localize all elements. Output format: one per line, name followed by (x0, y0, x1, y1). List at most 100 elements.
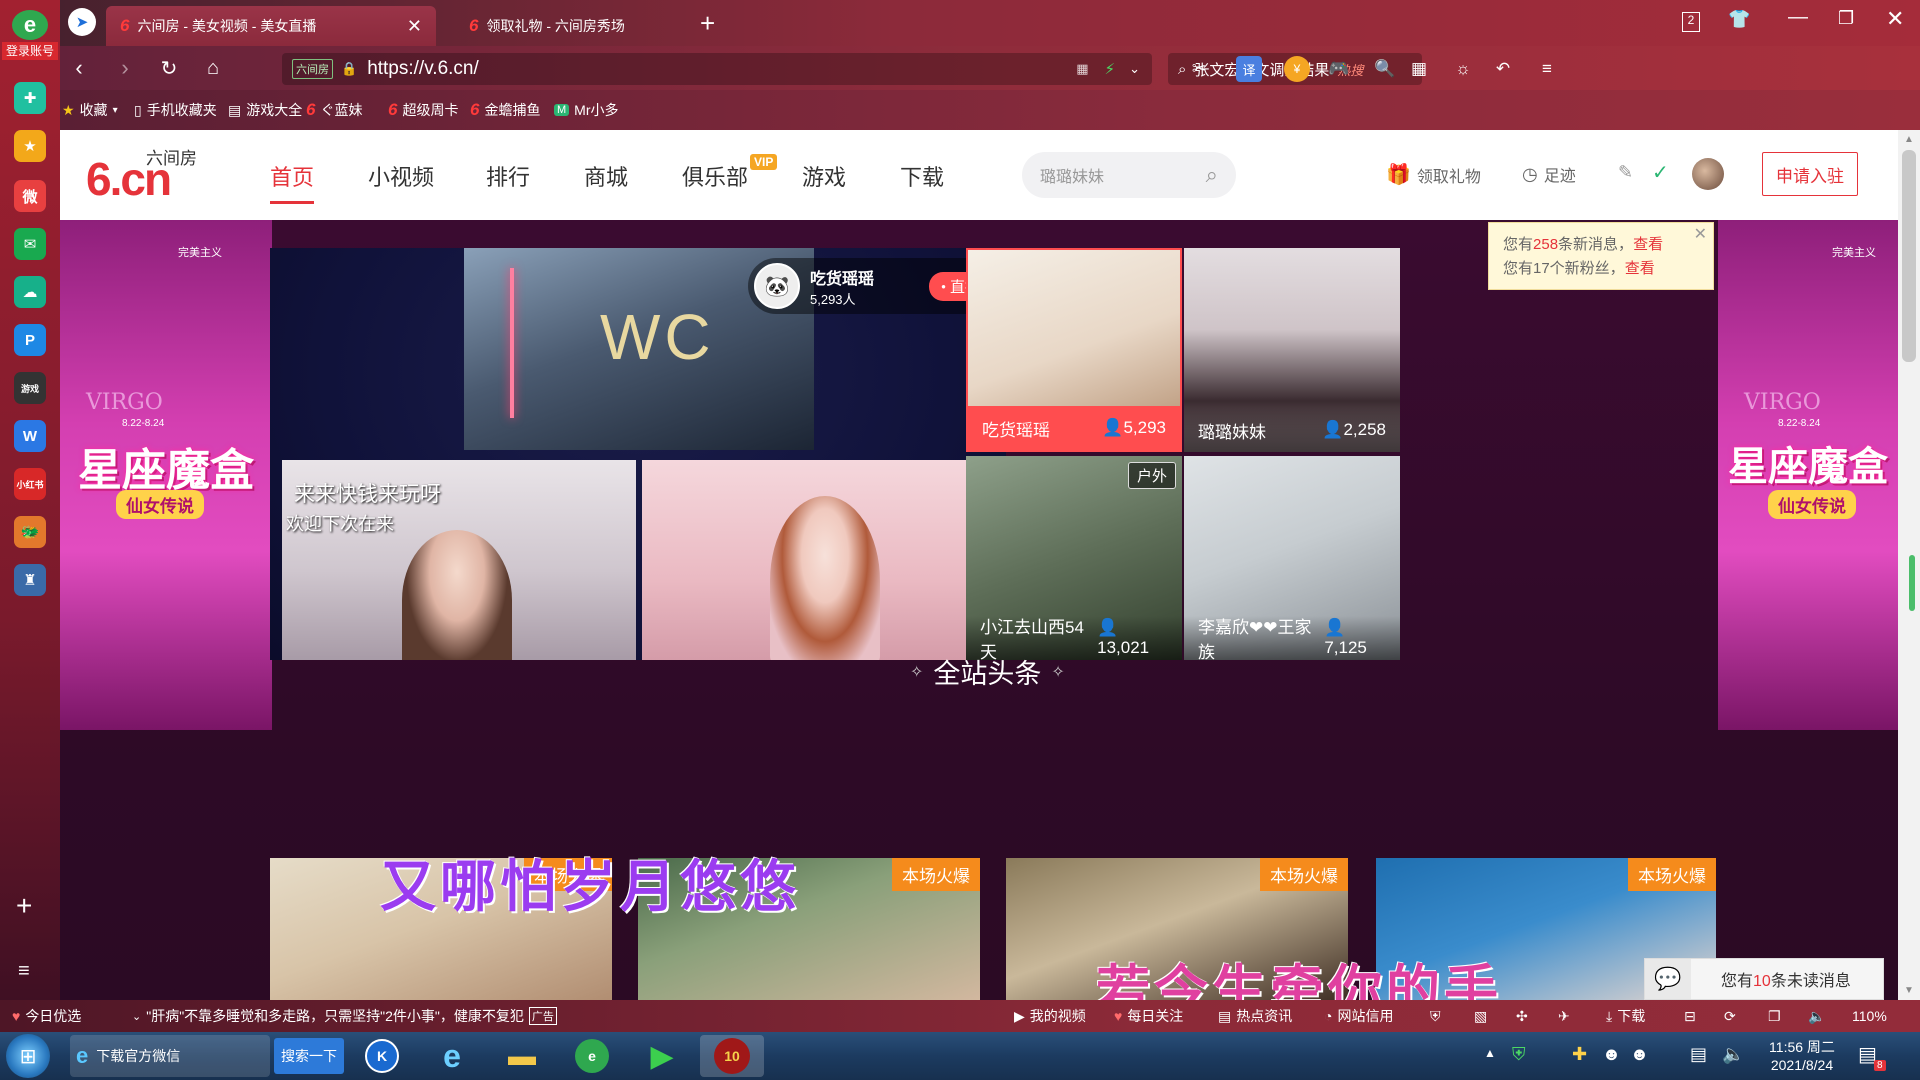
weibo-icon[interactable]: 微 (14, 180, 46, 212)
today-pick[interactable]: ♥ 今日优选 (12, 1000, 81, 1032)
nav-home[interactable]: 首页 (270, 160, 315, 204)
tray-app-icon[interactable]: ✚ (1572, 1044, 1587, 1065)
scroll-thumb[interactable] (1902, 150, 1916, 362)
taskbar-game-icon[interactable]: 10 (700, 1035, 764, 1077)
view-messages-link[interactable]: 查看 (1633, 236, 1663, 253)
image-icon[interactable]: ▧ (1474, 1000, 1487, 1032)
volume-icon[interactable]: 🔈 (1808, 1000, 1825, 1032)
translate-icon[interactable]: ✚ (14, 82, 46, 114)
close-window-icon[interactable]: ✕ (1886, 6, 1904, 32)
add-icon[interactable]: + (16, 890, 32, 922)
gamepad-icon[interactable]: 🎮 (1326, 56, 1352, 82)
check-icon[interactable]: ✓ (1652, 160, 1669, 185)
browser-logo-icon[interactable]: e (12, 10, 48, 40)
zoom-level[interactable]: 110% (1852, 1000, 1887, 1032)
clock[interactable]: 11:56 周二 2021/8/24 (1758, 1038, 1846, 1074)
dropdown-icon[interactable]: ⌄ (1129, 61, 1140, 77)
cohost-video-right[interactable] (642, 460, 996, 660)
lightning-icon[interactable]: ⚡ (1105, 60, 1116, 78)
speedup-icon[interactable]: ✈ (1558, 1000, 1570, 1032)
lock-icon[interactable]: ⊟ (1684, 1000, 1696, 1032)
featured-stream[interactable]: WC 🐼 吃货瑶瑶 5,293人 ● 直播 来来快钱来玩呀 欢迎下次在来 (270, 248, 1006, 660)
window-icon[interactable]: ❐ (1768, 1000, 1781, 1032)
taskbar-search[interactable]: 搜索一下 (274, 1038, 344, 1074)
taskbar-k-icon[interactable]: K (350, 1035, 414, 1077)
avatar[interactable] (1692, 158, 1724, 190)
maximize-icon[interactable]: ❐ (1838, 8, 1854, 29)
bookmark-favorites[interactable]: ★ 收藏 ▾ (62, 90, 118, 130)
edit-icon[interactable]: ✎ (1618, 162, 1633, 183)
scissors-icon[interactable]: ✂ (1186, 56, 1212, 82)
nav-club[interactable]: 俱乐部 (682, 160, 748, 192)
search-icon[interactable]: ⌕ (1206, 162, 1218, 188)
undo-icon[interactable]: ↶ (1490, 56, 1516, 82)
url-field[interactable]: 六间房 🔒 https://v.6.cn/ ▦ ⚡ ⌄ (282, 53, 1152, 85)
tray-shield-icon[interactable]: ⛨ (1512, 1044, 1526, 1065)
left-ad-banner[interactable]: 完美主义 VIRGO 8.22-8.24 星座魔盒 仙女传说 (60, 220, 272, 730)
stream-card-2[interactable]: 璐璐妹妹 👤2,258 (1184, 248, 1400, 452)
my-video-link[interactable]: ▶ 我的视频 (1014, 1000, 1086, 1032)
nav-mall[interactable]: 商城 (584, 160, 628, 192)
bookmark-mrxiaoduo[interactable]: M Mr小多 (554, 90, 619, 130)
tray-qq2-icon[interactable]: ☻ (1630, 1044, 1649, 1065)
news-ticker[interactable]: ⌄ "肝病"不靠多睡觉和多走路，只需坚持"2件小事"，健康不复犯 广告 (132, 1000, 557, 1032)
game-news-icon[interactable]: 游戏 (14, 372, 46, 404)
scroll-up-icon[interactable]: ▲ (1904, 134, 1914, 145)
red-app-icon[interactable]: 小红书 (14, 468, 46, 500)
stream-card-3[interactable]: 户外 小江去山西54天 👤13,021 (966, 456, 1182, 660)
tab-counter[interactable]: 2 (1682, 12, 1700, 32)
footprint-link[interactable]: ◷ 足迹 (1522, 162, 1576, 186)
brightness-icon[interactable]: ☼ (1450, 56, 1476, 82)
scroll-down-icon[interactable]: ▼ (1904, 985, 1914, 996)
translate-tool-icon[interactable]: 译 (1236, 56, 1262, 82)
nav-games[interactable]: 游戏 (802, 160, 846, 192)
nav-download[interactable]: 下载 (900, 160, 944, 192)
taskbar-folder-icon[interactable]: ▬ (490, 1035, 554, 1077)
anchor-info[interactable]: 🐼 吃货瑶瑶 5,293人 ● 直播 (748, 258, 1002, 314)
tray-network-icon[interactable]: ▤ (1690, 1044, 1707, 1065)
tab-6cn[interactable]: 6 六间房 - 美女视频 - 美女直播 ✕ (106, 6, 436, 46)
p-icon[interactable]: P (14, 324, 46, 356)
home-icon[interactable]: ⌂ (198, 54, 228, 82)
nav-short-video[interactable]: 小视频 (368, 160, 434, 192)
cohost-video-left[interactable]: 来来快钱来玩呀 欢迎下次在来 (282, 460, 636, 660)
stream-card-4[interactable]: 李嘉欣❤❤王家族 👤7,125 (1184, 456, 1400, 660)
magnifier-tool-icon[interactable]: 🔍 (1372, 56, 1398, 82)
taskbar-ie-icon[interactable]: e (420, 1035, 484, 1077)
bookmark-weekly[interactable]: 6 超级周卡 (388, 90, 458, 130)
side-scroll-marker[interactable] (1909, 555, 1915, 611)
taskbar-wechat-download[interactable]: e 下载官方微信 (70, 1035, 270, 1077)
cloud-icon[interactable]: ☁ (14, 276, 46, 308)
bookmark-lanmei[interactable]: 6 ぐ蓝妹 (306, 90, 362, 130)
stream-card-1[interactable]: 吃货瑶瑶 👤5,293 (966, 248, 1182, 452)
taskbar-browser-icon[interactable]: e (560, 1035, 624, 1077)
bookmark-mobile[interactable]: ▯ 手机收藏夹 (134, 90, 217, 130)
coin-icon[interactable]: ¥ (1284, 56, 1310, 82)
tab-gift[interactable]: 6 领取礼物 - 六间房秀场 (455, 6, 725, 46)
right-ad-banner[interactable]: 完美主义 VIRGO 8.22-8.24 星座魔盒 仙女传说 (1718, 220, 1898, 730)
forward-icon[interactable]: › (110, 54, 140, 82)
minimize-icon[interactable]: — (1788, 6, 1808, 29)
close-icon[interactable]: ✕ (1694, 223, 1707, 247)
start-button[interactable]: ⊞ (6, 1034, 50, 1078)
site-logo[interactable]: 6.cn 六间房 (86, 142, 206, 208)
nav-ranking[interactable]: 排行 (486, 160, 530, 192)
unread-chat-box[interactable]: 💬 您有10条未读消息 (1644, 958, 1884, 1000)
castle-game-icon[interactable]: ♜ (14, 564, 46, 596)
refresh-icon[interactable]: ↻ (154, 54, 184, 82)
mail-icon[interactable]: ✉ (14, 228, 46, 260)
bookmark-games[interactable]: ▤ 游戏大全 (228, 90, 302, 130)
game-icon[interactable]: 🐲 (14, 516, 46, 548)
gift-link[interactable]: 🎁 领取礼物 (1386, 162, 1481, 187)
view-fans-link[interactable]: 查看 (1625, 260, 1655, 277)
favorite-star-icon[interactable]: ★ (14, 130, 46, 162)
skin-icon[interactable]: 👕 (1728, 9, 1750, 30)
list-menu-icon[interactable]: ≡ (18, 960, 30, 983)
tray-volume-icon[interactable]: 🔈 (1722, 1044, 1744, 1065)
tray-qq-icon[interactable]: ☻ (1602, 1044, 1621, 1065)
apps-grid-icon[interactable]: ▦ (1406, 56, 1432, 82)
apply-button[interactable]: 申请入驻 (1762, 152, 1858, 196)
download-link[interactable]: ⤓ 下载 (1606, 1000, 1645, 1032)
doc-icon[interactable]: W (14, 420, 46, 452)
browser-nav-icon[interactable]: ➤ (68, 8, 96, 36)
